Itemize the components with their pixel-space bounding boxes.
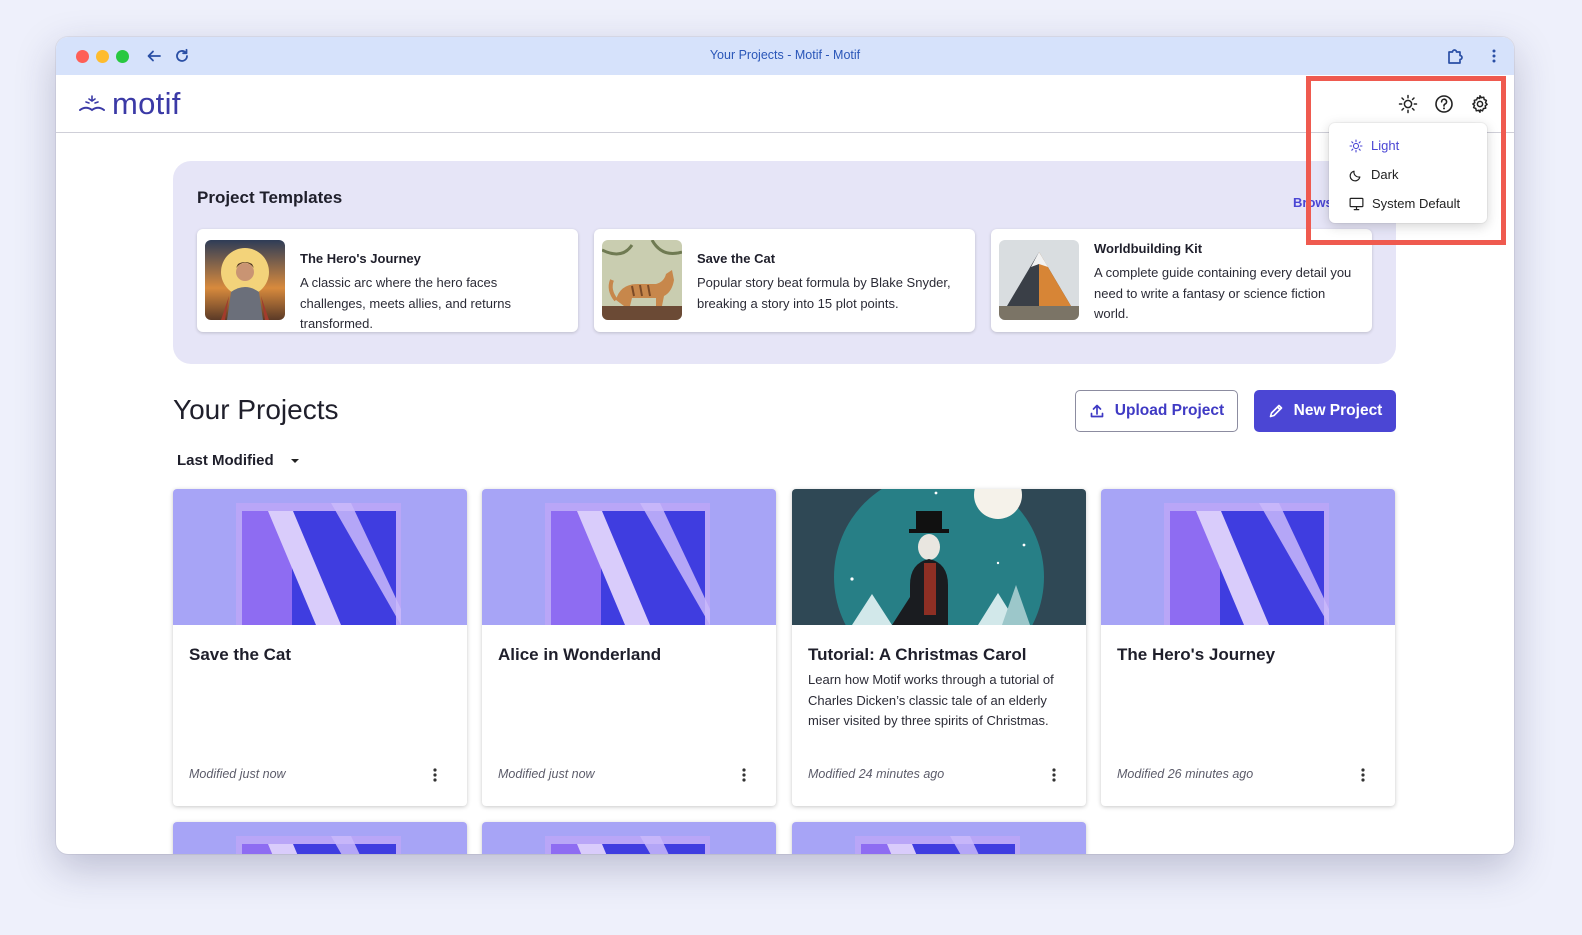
more-vert-icon[interactable] — [1353, 765, 1373, 785]
book-cover-image — [792, 822, 1086, 854]
more-vert-icon[interactable] — [734, 765, 754, 785]
template-name: The Hero's Journey — [300, 251, 421, 266]
template-description: A classic arc where the hero faces chall… — [300, 275, 512, 331]
upload-project-button[interactable]: Upload Project — [1075, 390, 1238, 432]
new-project-label: New Project — [1293, 402, 1383, 419]
more-vert-icon[interactable] — [1044, 765, 1064, 785]
extension-puzzle-icon[interactable] — [1445, 46, 1465, 66]
project-modified: Modified just now — [189, 767, 286, 781]
book-cover-image — [173, 822, 467, 854]
caret-down-icon — [290, 458, 299, 463]
templates-title: Project Templates — [197, 188, 343, 207]
title-bar: Your Projects - Motif - Motif — [56, 37, 1514, 75]
template-description: A complete guide containing every detail… — [1094, 265, 1352, 321]
upload-icon — [1090, 404, 1104, 418]
book-cover-image — [482, 489, 776, 625]
sort-label: Last Modified — [177, 452, 274, 469]
more-vert-icon[interactable] — [425, 765, 445, 785]
your-projects-title: Your Projects — [173, 394, 339, 425]
project-card-partial[interactable] — [482, 822, 776, 854]
cat-illustration-image — [602, 240, 682, 320]
project-card-alice-in-wonderland[interactable]: Alice in Wonderland Modified just now — [482, 489, 776, 806]
template-name: Worldbuilding Kit — [1094, 241, 1203, 256]
logo-text: motif — [112, 86, 181, 121]
project-card-heros-journey[interactable]: The Hero's Journey Modified 26 minutes a… — [1101, 489, 1395, 806]
motif-logo-icon — [79, 94, 105, 111]
new-project-button[interactable]: New Project — [1254, 390, 1396, 432]
christmas-carol-image — [792, 489, 1086, 625]
window-title: Your Projects - Motif - Motif — [709, 48, 861, 62]
project-name: The Hero's Journey — [1117, 645, 1276, 664]
project-card-save-the-cat[interactable]: Save the Cat Modified just now — [173, 489, 467, 806]
book-cover-image — [173, 489, 467, 625]
hero-portrait-image — [205, 240, 285, 320]
browser-window: Your Projects - Motif - Motif motif Ligh… — [56, 37, 1514, 854]
template-name: Save the Cat — [697, 251, 776, 266]
upload-project-label: Upload Project — [1114, 402, 1225, 419]
pencil-icon — [1269, 404, 1282, 418]
project-modified: Modified just now — [498, 767, 595, 781]
project-card-christmas-carol[interactable]: Tutorial: A Christmas Carol Learn how Mo… — [792, 489, 1086, 806]
book-cover-image — [482, 822, 776, 854]
highlight-box — [1306, 76, 1506, 245]
project-templates-panel: Project Templates Brows The Hero's Journ… — [173, 161, 1396, 364]
project-card-partial[interactable] — [173, 822, 467, 854]
mountain-illustration-image — [999, 240, 1079, 320]
motif-logo[interactable]: motif — [78, 88, 181, 119]
template-description: Popular story beat formula by Blake Snyd… — [697, 275, 951, 311]
project-name: Tutorial: A Christmas Carol — [808, 645, 1027, 664]
project-modified: Modified 26 minutes ago — [1117, 767, 1254, 781]
template-card-heros-journey[interactable]: The Hero's Journey A classic arc where t… — [197, 229, 578, 332]
project-card-partial[interactable] — [792, 822, 1086, 854]
project-description: Learn how Motif works through a tutorial… — [808, 672, 1054, 728]
browser-menu-icon[interactable] — [1484, 46, 1504, 66]
project-name: Alice in Wonderland — [498, 645, 662, 664]
template-card-save-the-cat[interactable]: Save the Cat Popular story beat formula … — [594, 229, 975, 332]
project-name: Save the Cat — [189, 645, 292, 664]
book-cover-image — [1101, 489, 1395, 625]
sort-dropdown[interactable]: Last Modified — [177, 452, 300, 469]
app-header: motif — [56, 75, 1514, 133]
project-modified: Modified 24 minutes ago — [808, 767, 945, 781]
